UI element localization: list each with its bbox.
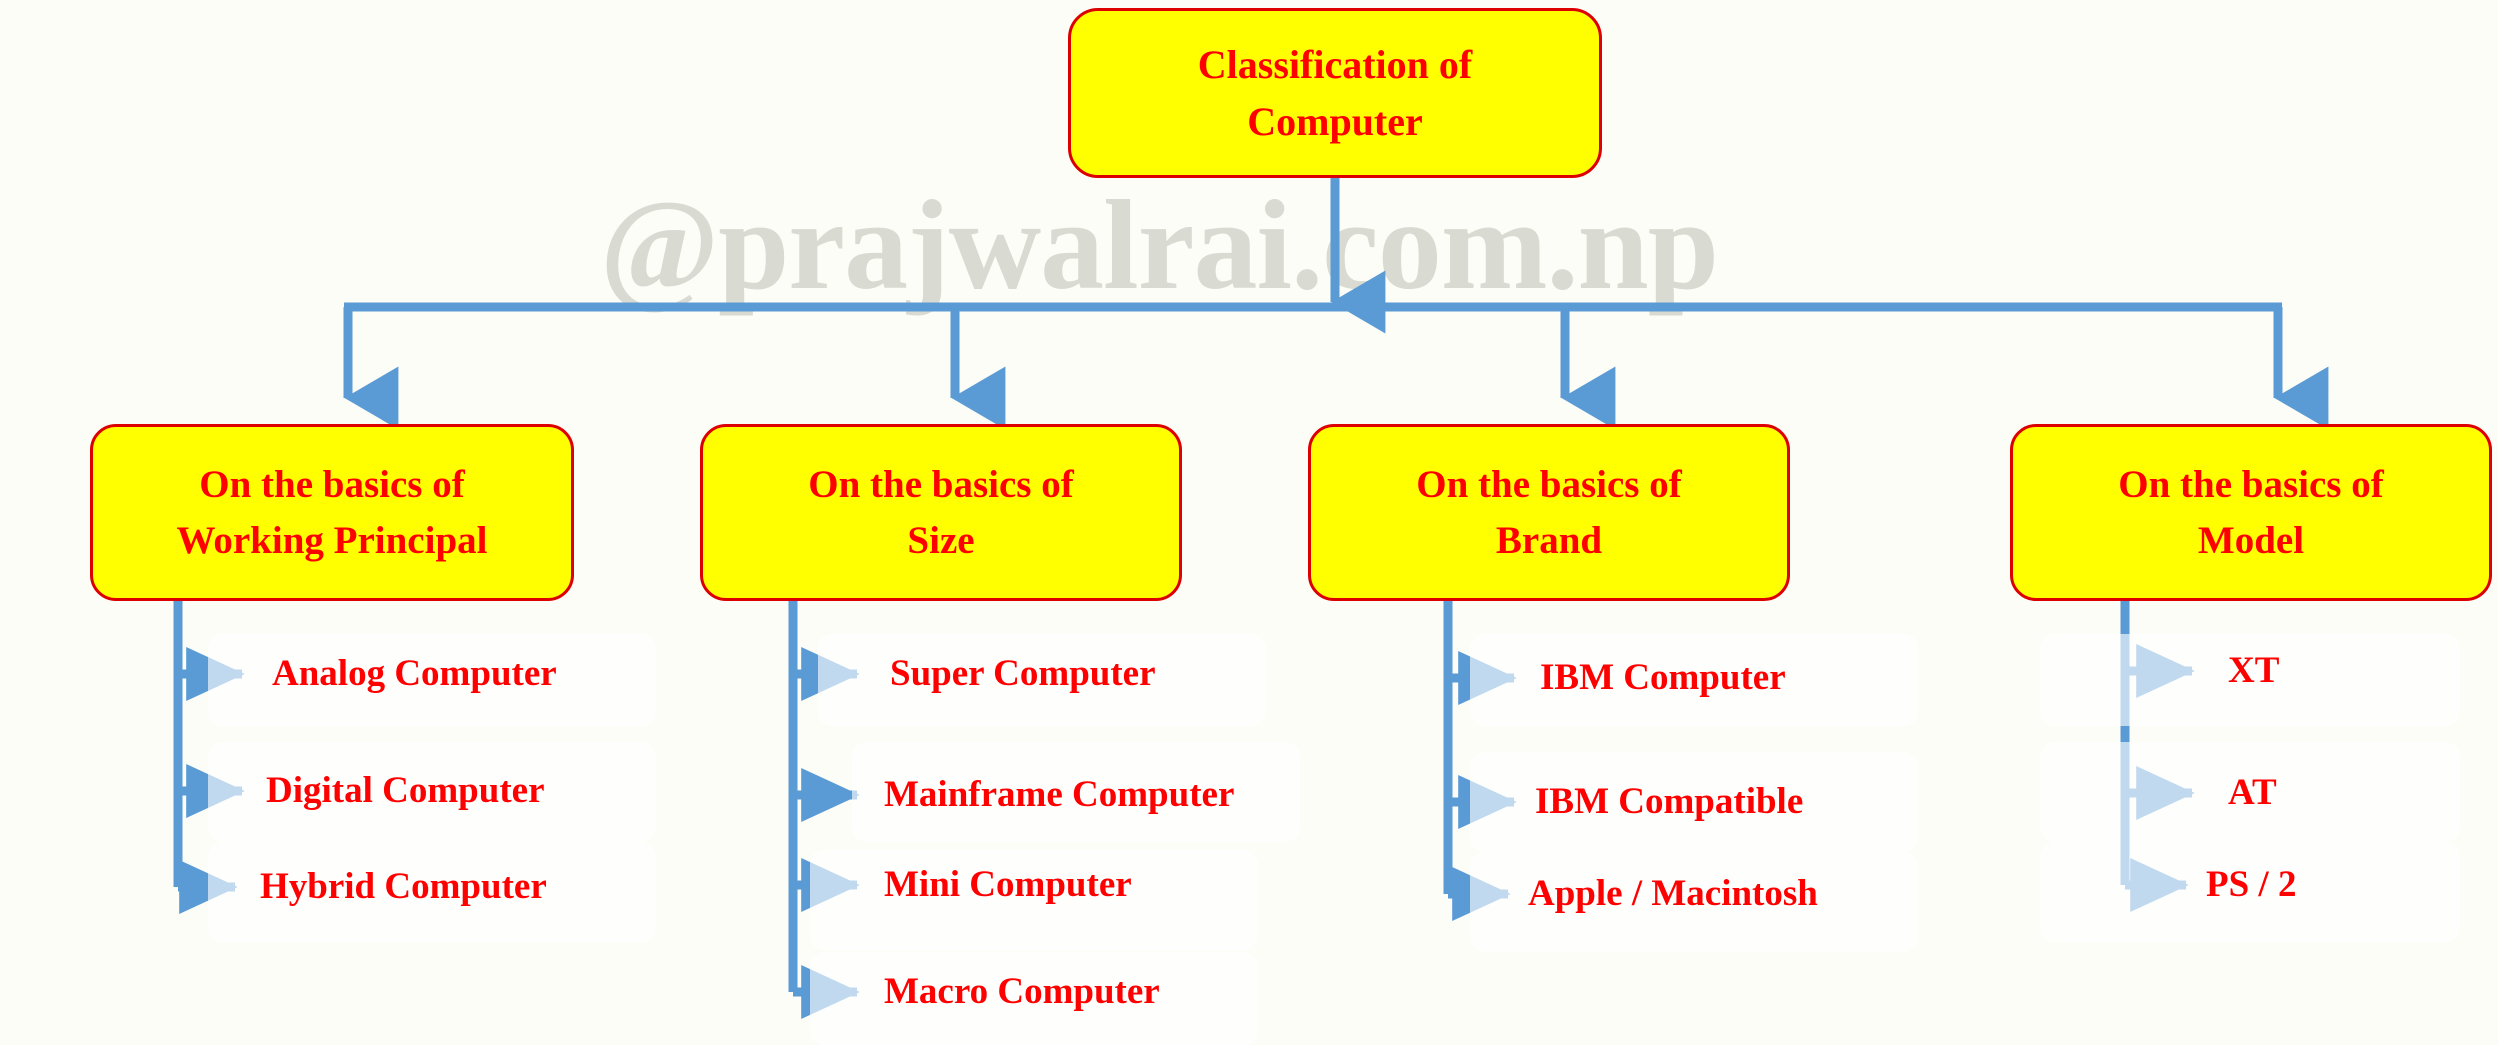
node-branch-line-1: On the basics of bbox=[199, 462, 465, 506]
leaf-macro-computer[interactable]: Macro Computer bbox=[884, 972, 1160, 1012]
node-branch-line-2: Model bbox=[2197, 518, 2305, 562]
node-branch-working-principal[interactable]: On the basics of Working Principal bbox=[90, 424, 574, 601]
node-branch-size[interactable]: On the basics of Size bbox=[700, 424, 1182, 601]
node-root-line-2: Computer bbox=[1247, 99, 1423, 144]
leaf-mini-computer[interactable]: Mini Computer bbox=[884, 865, 1132, 905]
node-branch-line-2: Working Principal bbox=[176, 518, 488, 562]
node-branch-line-2: Size bbox=[907, 518, 975, 562]
leaf-ps2[interactable]: PS / 2 bbox=[2206, 865, 2296, 905]
leaf-ibm-compatible[interactable]: IBM Compatible bbox=[1535, 782, 1803, 822]
node-branch-line-1: On the basics of bbox=[1416, 462, 1682, 506]
node-branch-brand[interactable]: On the basics of Brand bbox=[1308, 424, 1790, 601]
leaf-at[interactable]: AT bbox=[2228, 773, 2277, 813]
leaf-xt[interactable]: XT bbox=[2228, 651, 2279, 691]
leaf-super-computer[interactable]: Super Computer bbox=[890, 654, 1156, 694]
leaf-apple-macintosh[interactable]: Apple / Macintosh bbox=[1528, 874, 1818, 914]
node-branch-line-2: Brand bbox=[1495, 518, 1603, 562]
node-branch-model[interactable]: On the basics of Model bbox=[2010, 424, 2492, 601]
leaf-mainframe-computer[interactable]: Mainframe Computer bbox=[884, 775, 1234, 815]
node-branch-line-1: On the basics of bbox=[808, 462, 1074, 506]
leaf-digital-computer[interactable]: Digital Computer bbox=[266, 771, 545, 811]
diagram-canvas: @prajwalrai.com.np Classification of Com… bbox=[0, 0, 2498, 1045]
node-root-line-1: Classification of bbox=[1197, 42, 1473, 87]
node-branch-line-1: On the basics of bbox=[2118, 462, 2384, 506]
leaf-ibm-computer[interactable]: IBM Computer bbox=[1540, 658, 1786, 698]
leaf-analog-computer[interactable]: Analog Computer bbox=[272, 654, 557, 694]
leaf-hybrid-computer[interactable]: Hybrid Computer bbox=[260, 867, 547, 907]
node-root[interactable]: Classification of Computer bbox=[1068, 8, 1602, 178]
